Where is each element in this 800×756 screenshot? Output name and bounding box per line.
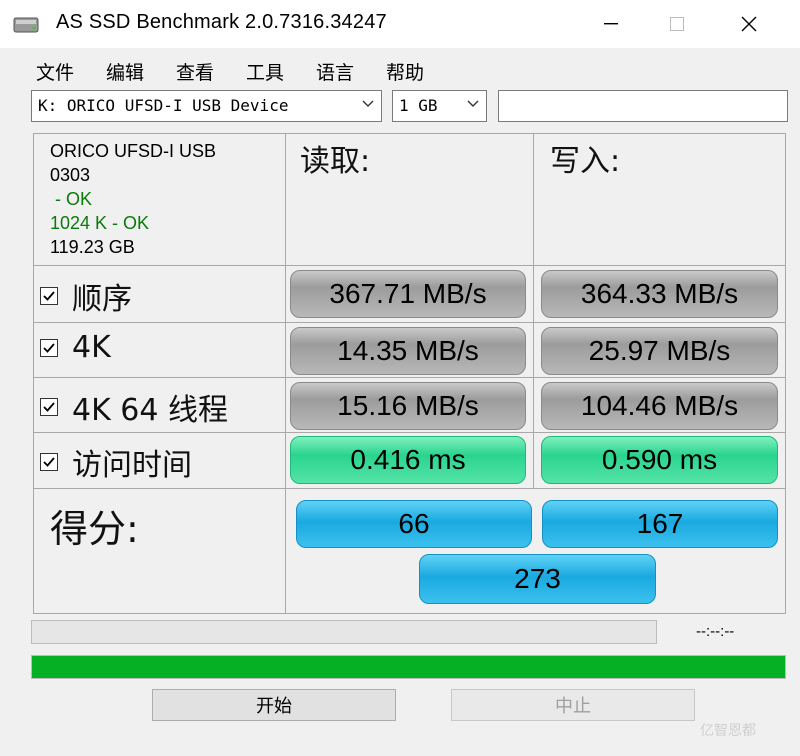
row-4k-label: 4K: [40, 330, 111, 365]
write-header: 写入:: [550, 144, 621, 179]
as-ssd-window: AS SSD Benchmark 2.0.7316.34247 文件 编辑 查看…: [0, 0, 800, 756]
chevron-down-icon: [362, 100, 374, 107]
menu-file[interactable]: 文件: [36, 58, 74, 85]
seq-checkbox[interactable]: [40, 287, 58, 305]
access-write-value: 0.590 ms: [541, 436, 778, 484]
menu-bar: 文件 编辑 查看 工具 语言 帮助: [0, 52, 800, 86]
device-firmware: 0303: [50, 165, 91, 185]
maximize-button[interactable]: [644, 0, 710, 48]
drive-icon: [12, 12, 40, 36]
check-icon: [43, 457, 55, 467]
device-status-1: - OK: [50, 189, 93, 209]
access-read-value: 0.416 ms: [290, 436, 526, 484]
minimize-button[interactable]: [578, 0, 644, 48]
grid-row-2: [33, 322, 786, 323]
4k-checkbox[interactable]: [40, 338, 58, 357]
read-header: 读取:: [300, 144, 371, 179]
grid-top: [33, 133, 786, 134]
close-icon: [741, 16, 757, 32]
grid-row-1: [33, 265, 786, 266]
score-write: 167: [542, 500, 778, 548]
device-capacity: 119.23 GB: [50, 237, 135, 257]
grid-row-3: [33, 377, 786, 378]
row-access-text: 访问时间: [72, 448, 192, 483]
grid-row-4: [33, 432, 786, 433]
4k64-checkbox[interactable]: [40, 398, 58, 416]
grid-col-2: [533, 133, 534, 489]
watermark: 亿智恩都: [700, 723, 756, 739]
chevron-down-icon: [467, 100, 479, 107]
stop-button[interactable]: 中止: [451, 689, 695, 721]
size-select[interactable]: 1 GB: [392, 90, 487, 122]
row-access-label: 访问时间: [40, 440, 192, 484]
elapsed-timer: --:--:--: [696, 623, 735, 640]
drive-select-value: K: ORICO UFSD-I USB Device: [38, 96, 289, 115]
row-4k64-label: 4K 64 线程: [40, 385, 228, 429]
check-icon: [43, 402, 55, 412]
menu-tools[interactable]: 工具: [246, 58, 284, 85]
grid-left: [33, 133, 34, 614]
window-title: AS SSD Benchmark 2.0.7316.34247: [56, 11, 387, 33]
maximize-icon: [670, 17, 684, 31]
menu-view[interactable]: 查看: [176, 58, 214, 85]
title-bar: AS SSD Benchmark 2.0.7316.34247: [0, 0, 800, 48]
info-textbox[interactable]: [498, 90, 788, 122]
device-status-2: 1024 K - OK: [50, 213, 150, 233]
row-seq-text: 顺序: [72, 282, 132, 317]
score-total: 273: [419, 554, 656, 604]
device-name: ORICO UFSD-I USB: [50, 141, 217, 161]
row-4k-text: 4K: [72, 330, 111, 365]
menu-language[interactable]: 语言: [316, 58, 354, 85]
drive-select[interactable]: K: ORICO UFSD-I USB Device: [31, 90, 382, 122]
4k64-write-value: 104.46 MB/s: [541, 382, 778, 430]
score-read: 66: [296, 500, 532, 548]
grid-bottom: [33, 613, 786, 614]
check-icon: [43, 342, 55, 353]
check-icon: [43, 291, 55, 301]
test-progress-bar: [31, 620, 657, 644]
start-button[interactable]: 开始: [152, 689, 396, 721]
score-label: 得分:: [50, 507, 139, 551]
row-seq-label: 顺序: [40, 274, 132, 318]
minimize-icon: [604, 23, 618, 25]
4k-read-value: 14.35 MB/s: [290, 327, 526, 375]
seq-read-value: 367.71 MB/s: [290, 270, 526, 318]
access-checkbox[interactable]: [40, 453, 58, 471]
seq-write-value: 364.33 MB/s: [541, 270, 778, 318]
menu-help[interactable]: 帮助: [386, 58, 424, 85]
size-select-value: 1 GB: [399, 96, 438, 115]
grid-row-5: [33, 488, 786, 489]
total-progress-bar: [31, 655, 786, 679]
total-progress-fill: [32, 656, 785, 678]
menu-edit[interactable]: 编辑: [106, 58, 144, 85]
device-info: ORICO UFSD-I USB 0303 - OK 1024 K - OK 1…: [50, 139, 216, 259]
grid-right: [785, 133, 786, 614]
close-button[interactable]: [716, 0, 782, 48]
grid-col-1: [285, 133, 286, 614]
4k-write-value: 25.97 MB/s: [541, 327, 778, 375]
row-4k64-text: 4K 64 线程: [72, 393, 229, 428]
4k64-read-value: 15.16 MB/s: [290, 382, 526, 430]
